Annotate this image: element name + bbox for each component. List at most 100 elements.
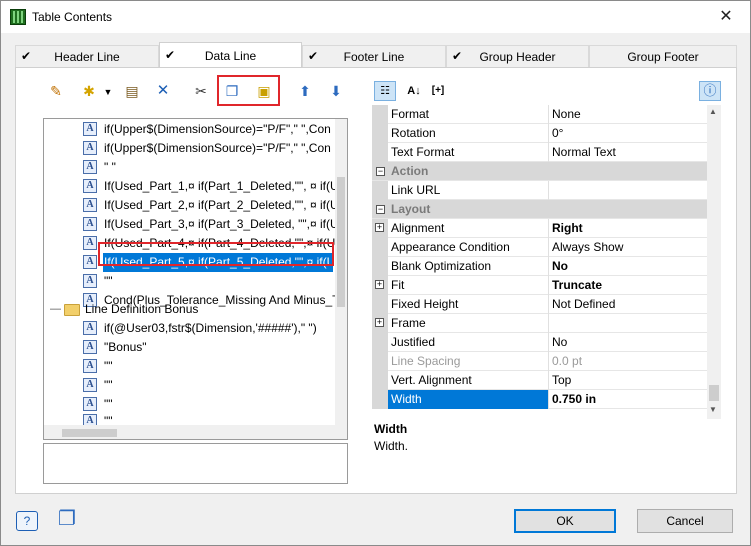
tab-label: Group Header <box>479 50 556 64</box>
scroll-thumb[interactable] <box>337 177 345 307</box>
property-name: Alignment <box>388 219 549 238</box>
tree-vertical-scrollbar[interactable] <box>335 119 347 425</box>
text-field-icon: A <box>83 179 97 193</box>
tree-row-label: if(Upper$(DimensionSource)="P/F"," ",Con <box>104 122 331 136</box>
property-row-blank-optimization[interactable]: Blank Optimization No <box>372 257 707 276</box>
property-row-alignment[interactable]: + Alignment Right <box>372 219 707 238</box>
property-row-frame[interactable]: + Frame <box>372 314 707 333</box>
categorized-view-icon[interactable]: ☷ <box>374 81 396 101</box>
property-category-action[interactable]: − Action <box>372 162 707 181</box>
scroll-up-icon[interactable]: ▲ <box>709 107 717 116</box>
tab-label: Group Footer <box>627 50 699 64</box>
ok-button[interactable]: OK <box>514 509 616 533</box>
property-name: Text Format <box>388 143 549 162</box>
property-row-format[interactable]: Format None <box>372 105 707 124</box>
property-value[interactable]: Always Show <box>550 238 707 257</box>
property-row-rotation[interactable]: Rotation 0° <box>372 124 707 143</box>
text-field-icon: A <box>83 274 97 288</box>
tab-group-header[interactable]: ✔ Group Header <box>446 45 589 67</box>
row-gutter <box>372 257 388 276</box>
text-field-icon: A <box>83 397 97 411</box>
edit-properties-icon[interactable]: ▤ <box>122 81 142 101</box>
row-gutter: + <box>372 219 388 238</box>
property-value[interactable]: Top <box>550 371 707 390</box>
new-item-icon[interactable]: ✱ <box>79 81 99 101</box>
property-category-layout[interactable]: − Layout <box>372 200 707 219</box>
property-grid-scrollbar[interactable]: ▲ ▼ <box>707 105 721 419</box>
property-row-justified[interactable]: Justified No <box>372 333 707 352</box>
scroll-thumb[interactable] <box>62 429 117 437</box>
property-value[interactable]: Not Defined <box>550 295 707 314</box>
expand-icon[interactable]: + <box>375 318 384 327</box>
dropdown-arrow-icon[interactable]: ▼ <box>98 82 118 102</box>
property-row-width[interactable]: Width 0.750 in <box>372 390 707 409</box>
collapse-icon[interactable]: − <box>376 205 385 214</box>
row-gutter <box>372 124 388 143</box>
property-value[interactable]: 0° <box>550 124 707 143</box>
expand-all-icon[interactable]: [+] <box>427 81 449 101</box>
delete-icon[interactable]: ✕ <box>153 81 173 101</box>
line-definition-tree[interactable]: A if(Upper$(DimensionSource)="P/F"," ",C… <box>43 118 348 440</box>
highlight-box <box>98 242 334 266</box>
windows-icon[interactable]: ❐ <box>50 506 84 532</box>
table-contents-dialog: Table Contents ✕ ✔ Header Line ✔ Data Li… <box>0 0 751 546</box>
cancel-button[interactable]: Cancel <box>637 509 733 533</box>
property-value[interactable] <box>550 314 707 333</box>
scroll-thumb[interactable] <box>709 385 719 401</box>
help-title: Width <box>374 422 408 436</box>
tree-row-label: " " <box>104 160 116 174</box>
expand-icon[interactable]: + <box>375 280 384 289</box>
close-icon[interactable]: ✕ <box>703 1 749 32</box>
property-value[interactable]: Normal Text <box>550 143 707 162</box>
info-icon[interactable]: ⓘ <box>699 81 721 101</box>
property-value[interactable]: No <box>550 333 707 352</box>
app-icon <box>10 9 26 25</box>
property-grid[interactable]: Format None Rotation 0° Text Format Norm… <box>372 105 720 417</box>
wizard-icon[interactable]: ✎ <box>46 81 66 101</box>
property-value[interactable]: None <box>550 105 707 124</box>
tree-row-label: if(Upper$(DimensionSource)="P/F"," ",Con <box>104 141 331 155</box>
tab-group-footer[interactable]: Group Footer <box>589 45 737 67</box>
tab-strip: ✔ Header Line ✔ Data Line ✔ Footer Line … <box>15 42 737 68</box>
property-value[interactable] <box>550 181 707 200</box>
tab-header-line[interactable]: ✔ Header Line <box>15 45 159 67</box>
help-icon[interactable]: ? <box>16 511 38 531</box>
property-name: Appearance Condition <box>388 238 549 257</box>
scroll-down-icon[interactable]: ▼ <box>709 405 717 414</box>
property-row-link-url[interactable]: Link URL <box>372 181 707 200</box>
property-name: Line Spacing <box>388 352 549 371</box>
move-down-icon[interactable]: ⬇ <box>326 81 346 101</box>
tree-row-label: "" <box>104 378 113 392</box>
row-gutter: + <box>372 314 388 333</box>
text-field-icon: A <box>83 359 97 373</box>
text-field-icon: A <box>83 217 97 231</box>
cut-icon[interactable]: ✂ <box>191 81 211 101</box>
tree-description-box <box>43 443 348 484</box>
tree-row-label: If(Used_Part_1,¤ if(Part_1_Deleted,"", ¤… <box>104 179 339 193</box>
tab-label: Header Line <box>54 50 120 64</box>
property-value[interactable]: Right <box>550 219 707 238</box>
property-row-text-format[interactable]: Text Format Normal Text <box>372 143 707 162</box>
property-row-vert-alignment[interactable]: Vert. Alignment Top <box>372 371 707 390</box>
row-gutter <box>372 390 388 409</box>
expand-icon[interactable]: + <box>375 223 384 232</box>
property-row-fit[interactable]: + Fit Truncate <box>372 276 707 295</box>
property-row-appearance-condition[interactable]: Appearance Condition Always Show <box>372 238 707 257</box>
property-row-line-spacing[interactable]: Line Spacing 0.0 pt <box>372 352 707 371</box>
tab-footer-line[interactable]: ✔ Footer Line <box>302 45 446 67</box>
property-value[interactable]: Truncate <box>550 276 707 295</box>
property-value[interactable]: No <box>550 257 707 276</box>
tab-data-line[interactable]: ✔ Data Line <box>159 42 302 67</box>
tree-row-label: if(@User03,fstr$(Dimension,'#####')," ") <box>104 321 317 335</box>
alphabetical-sort-icon[interactable]: A↓ <box>404 81 424 101</box>
text-field-icon: A <box>83 378 97 392</box>
collapse-icon[interactable]: − <box>376 167 385 176</box>
property-value[interactable]: 0.750 in <box>550 390 707 409</box>
collapse-icon[interactable]: — <box>50 300 61 319</box>
tree-row-label: "" <box>104 274 113 288</box>
property-name: Link URL <box>388 181 549 200</box>
move-up-icon[interactable]: ⬆ <box>295 81 315 101</box>
property-row-fixed-height[interactable]: Fixed Height Not Defined <box>372 295 707 314</box>
tree-horizontal-scrollbar[interactable] <box>44 425 347 439</box>
tree-row-label: "Bonus" <box>104 340 147 354</box>
